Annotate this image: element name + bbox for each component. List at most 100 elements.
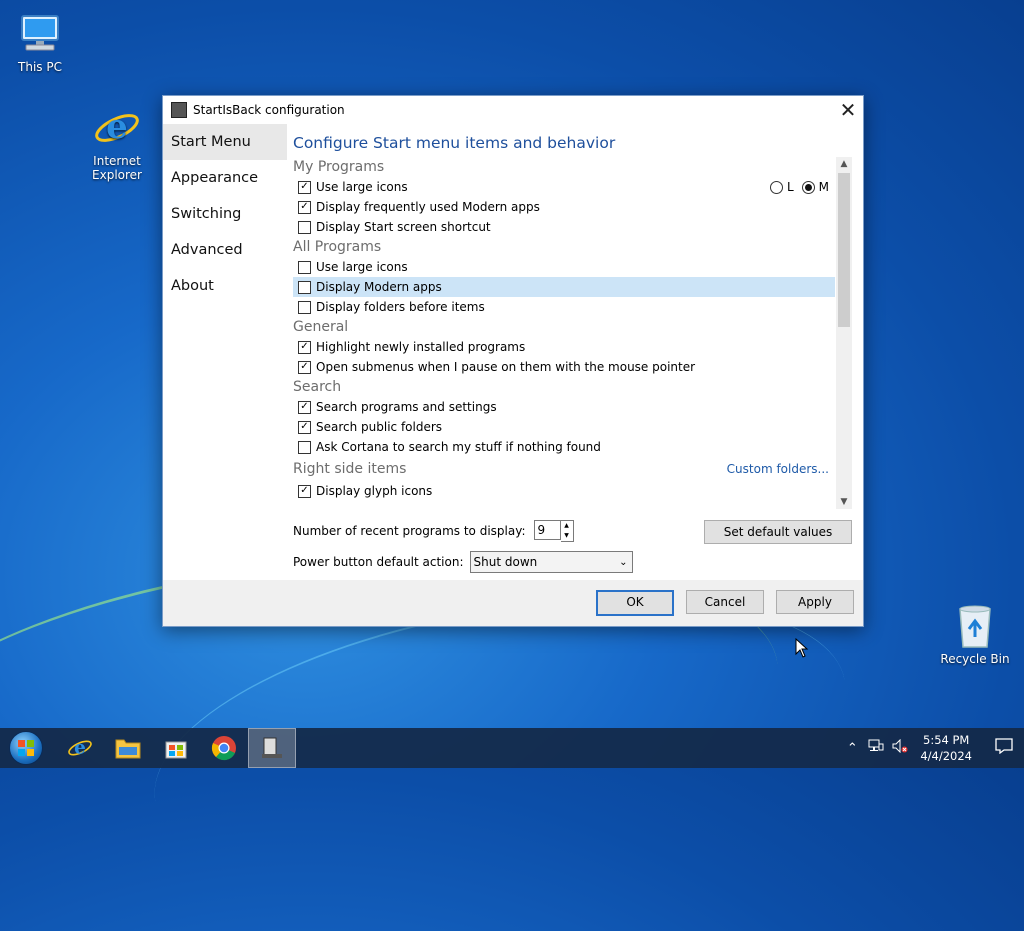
checkbox-ask-cortana[interactable]	[298, 440, 311, 454]
option-search-programs[interactable]: ✓ Search programs and settings	[293, 397, 835, 417]
nav-item-advanced[interactable]: Advanced	[163, 232, 287, 268]
ok-button[interactable]: OK	[596, 590, 674, 616]
checkbox-search-programs[interactable]: ✓	[298, 400, 311, 414]
desktop-icon-label: Internet Explorer	[92, 154, 142, 182]
radio-size-m[interactable]	[801, 180, 815, 194]
power-action-select[interactable]: Shut down ⌄	[469, 551, 633, 573]
desktop-icon-recycle-bin[interactable]: Recycle Bin	[935, 602, 1015, 666]
set-default-values-button[interactable]: Set default values	[704, 520, 852, 544]
checkbox-display-folders-before[interactable]	[298, 300, 311, 314]
checkbox-display-start-screen[interactable]	[298, 220, 311, 234]
chrome-icon	[211, 736, 236, 761]
show-hidden-icons-chevron-icon[interactable]: ⌃	[840, 741, 864, 756]
option-display-frequent-modern[interactable]: ✓ Display frequently used Modern apps	[293, 197, 835, 217]
option-display-folders-before[interactable]: Display folders before items	[293, 297, 835, 317]
recent-programs-stepper[interactable]: 9 ▲ ▼	[533, 520, 574, 542]
custom-folders-link[interactable]: Custom folders...	[727, 462, 829, 476]
taskbar-chrome[interactable]	[200, 728, 248, 768]
option-display-glyph[interactable]: ✓ Display glyph icons	[293, 481, 835, 501]
checkbox-search-public[interactable]: ✓	[298, 420, 311, 434]
startisback-config-dialog: StartIsBack configuration ✕ Start Menu A…	[162, 95, 864, 627]
power-action-value: Shut down	[473, 555, 538, 569]
dialog-titlebar[interactable]: StartIsBack configuration ✕	[163, 96, 863, 124]
section-my-programs: My Programs	[293, 159, 385, 175]
desktop-icon-this-pc[interactable]: This PC	[0, 10, 80, 74]
scroll-up-arrow-icon[interactable]: ▲	[836, 157, 852, 171]
desktop-icon-label: This PC	[18, 60, 62, 74]
radio-size-l[interactable]	[769, 180, 783, 194]
recent-programs-value[interactable]: 9	[533, 520, 561, 540]
radio-label-l: L	[786, 180, 794, 194]
close-button[interactable]: ✕	[833, 96, 863, 124]
checkbox-highlight-new[interactable]: ✓	[298, 340, 311, 354]
system-tray: ⌃ 5:54 PM 4/4/2024	[840, 728, 1024, 768]
checkbox-display-frequent-modern[interactable]: ✓	[298, 200, 311, 214]
power-button-option: Power button default action: Shut down ⌄	[293, 551, 633, 573]
folder-icon	[115, 739, 141, 759]
option-open-submenus[interactable]: ✓ Open submenus when I pause on them wit…	[293, 357, 835, 377]
option-label: Display frequently used Modern apps	[316, 200, 540, 214]
checkbox-open-submenus[interactable]: ✓	[298, 360, 311, 374]
checkbox-display-modern-apps[interactable]	[298, 280, 311, 294]
taskbar-file-explorer[interactable]	[104, 728, 152, 768]
desktop-icon-internet-explorer[interactable]: e Internet Explorer	[77, 104, 157, 182]
clock-date: 4/4/2024	[920, 749, 972, 763]
stepper-up-icon[interactable]: ▲	[561, 521, 573, 531]
section-right-side: Right side items	[293, 461, 407, 477]
option-ask-cortana[interactable]: Ask Cortana to search my stuff if nothin…	[293, 437, 835, 457]
start-button[interactable]	[0, 728, 52, 768]
nav-item-start-menu[interactable]: Start Menu	[163, 124, 287, 160]
start-menu-settings-panel: Configure Start menu items and behavior …	[287, 124, 863, 580]
stepper-down-icon[interactable]: ▼	[561, 531, 573, 541]
power-button-label: Power button default action:	[293, 555, 464, 569]
option-label: Display folders before items	[316, 300, 485, 314]
options-list: My Programs ✓ Use large icons L M ✓ Disp…	[293, 157, 835, 509]
option-my-programs-large-icons[interactable]: ✓ Use large icons L M	[293, 177, 835, 197]
desktop-icon-label: Recycle Bin	[940, 652, 1010, 666]
apply-button[interactable]: Apply	[776, 590, 854, 614]
taskbar-store[interactable]	[152, 728, 200, 768]
scroll-down-arrow-icon[interactable]: ▼	[836, 495, 852, 509]
nav-item-about[interactable]: About	[163, 268, 287, 304]
taskbar: e ⌃ 5:54 PM 4/4/2024	[0, 728, 1024, 768]
taskbar-internet-explorer[interactable]: e	[56, 728, 104, 768]
network-icon[interactable]	[864, 739, 888, 757]
nav-item-appearance[interactable]: Appearance	[163, 160, 287, 196]
radio-label-m: M	[818, 180, 829, 194]
windows-logo-icon	[9, 731, 43, 765]
option-highlight-new[interactable]: ✓ Highlight newly installed programs	[293, 337, 835, 357]
internet-explorer-icon: e	[93, 104, 141, 152]
option-search-public[interactable]: ✓ Search public folders	[293, 417, 835, 437]
cancel-button[interactable]: Cancel	[686, 590, 764, 614]
section-general: General	[293, 319, 349, 335]
option-display-start-screen[interactable]: Display Start screen shortcut	[293, 217, 835, 237]
section-all-programs: All Programs	[293, 239, 382, 255]
volume-muted-icon[interactable]	[888, 738, 912, 757]
checkbox-display-glyph[interactable]: ✓	[298, 484, 311, 498]
option-label: Display glyph icons	[316, 484, 433, 498]
chevron-down-icon: ⌄	[619, 556, 628, 568]
nav-item-switching[interactable]: Switching	[163, 196, 287, 232]
option-label: Display Start screen shortcut	[316, 220, 491, 234]
option-label: Open submenus when I pause on them with …	[316, 360, 696, 374]
option-label: Highlight newly installed programs	[316, 340, 526, 354]
option-all-programs-large-icons[interactable]: Use large icons	[293, 257, 835, 277]
scrollbar-thumb[interactable]	[838, 173, 850, 327]
checkbox-all-programs-large-icons[interactable]	[298, 260, 311, 274]
action-center-icon[interactable]	[984, 738, 1024, 758]
recent-programs-option: Number of recent programs to display: 9 …	[293, 520, 574, 542]
recent-programs-label: Number of recent programs to display:	[293, 524, 526, 538]
options-scrollbar[interactable]: ▲ ▼	[836, 157, 852, 509]
dialog-title: StartIsBack configuration	[193, 103, 345, 117]
checkbox-my-programs-large-icons[interactable]: ✓	[298, 180, 311, 194]
taskbar-clock[interactable]: 5:54 PM 4/4/2024	[920, 732, 972, 764]
option-label: Ask Cortana to search my stuff if nothin…	[316, 440, 601, 454]
taskbar-startisback[interactable]	[248, 728, 296, 768]
option-label: Display Modern apps	[316, 280, 442, 294]
option-label: Search public folders	[316, 420, 443, 434]
option-display-modern-apps[interactable]: Display Modern apps	[293, 277, 835, 297]
close-icon: ✕	[839, 98, 857, 122]
dialog-footer: OK Cancel Apply	[163, 580, 863, 626]
option-label: Use large icons	[316, 260, 408, 274]
svg-text:e: e	[74, 737, 86, 758]
